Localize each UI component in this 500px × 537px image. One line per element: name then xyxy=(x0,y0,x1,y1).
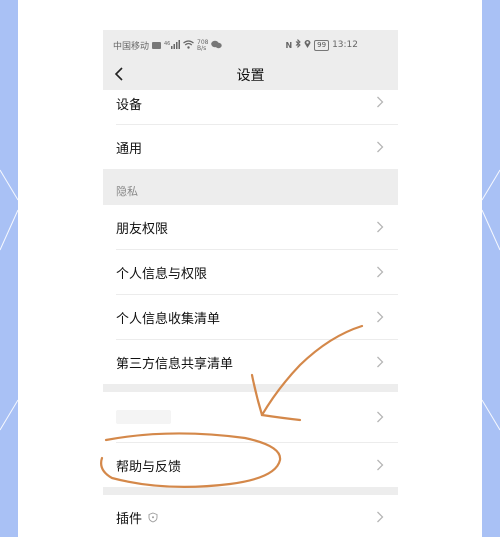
list-item-label: 个人信息与权限 xyxy=(116,266,208,282)
chevron-right-icon xyxy=(377,511,384,523)
list-item-label: 通用 xyxy=(116,141,143,157)
status-bar: 中国移动 46 708 B/s N 99 13:12 xyxy=(103,30,398,58)
list-item-general[interactable]: 通用 xyxy=(103,125,398,169)
hd-badge-icon xyxy=(152,42,162,49)
section-gap xyxy=(103,384,398,392)
nfc-icon: N xyxy=(285,40,293,50)
signal-strength-icon: 46 xyxy=(164,39,181,52)
wifi-icon xyxy=(183,39,194,52)
blurred-label xyxy=(116,410,171,424)
list-item-label: 帮助与反馈 xyxy=(116,459,182,475)
list-item-friend-permissions[interactable]: 朋友权限 xyxy=(103,205,398,249)
chevron-right-icon xyxy=(377,141,384,153)
battery-level: 99 xyxy=(317,40,327,49)
list-item-label: 个人信息收集清单 xyxy=(116,311,221,327)
location-icon xyxy=(304,39,311,51)
chevron-right-icon xyxy=(377,266,384,278)
chevron-right-icon xyxy=(377,96,384,108)
list-item-personal-info-collection[interactable]: 个人信息收集清单 xyxy=(103,295,398,339)
network-type-label: 46 xyxy=(164,41,170,47)
settings-list: 设备 通用 隐私 朋友权限 个人信息与权限 个人信息收集清单 第三方信息共享清单 xyxy=(103,90,398,537)
shield-icon xyxy=(148,512,158,522)
list-item-personal-info-permissions[interactable]: 个人信息与权限 xyxy=(103,250,398,294)
list-item-label: 设备 xyxy=(116,98,143,113)
section-header-privacy: 隐私 xyxy=(103,169,398,205)
list-item-blurred[interactable] xyxy=(103,392,398,442)
clock: 13:12 xyxy=(332,40,358,50)
section-gap xyxy=(103,487,398,495)
list-item-label: 第三方信息共享清单 xyxy=(116,356,234,372)
bluetooth-icon xyxy=(295,38,301,51)
list-item-label: 插件 xyxy=(116,511,143,527)
carrier-label: 中国移动 xyxy=(113,42,150,52)
chevron-right-icon xyxy=(377,411,384,423)
phone-screen: 中国移动 46 708 B/s N 99 13:12 设置 设备 通用 隐私 朋… xyxy=(103,30,398,537)
network-speed: 708 B/s xyxy=(197,39,208,52)
wechat-notification-icon xyxy=(211,40,223,52)
battery-icon: 99 xyxy=(314,39,330,51)
chevron-right-icon xyxy=(377,311,384,323)
page-title: 设置 xyxy=(236,68,265,84)
list-item-plugins[interactable]: 插件 xyxy=(103,495,398,537)
list-item-third-party-sharing[interactable]: 第三方信息共享清单 xyxy=(103,340,398,384)
chevron-right-icon xyxy=(377,356,384,368)
nav-bar: 设置 xyxy=(103,58,398,90)
chevron-right-icon xyxy=(377,459,384,471)
speed-unit: B/s xyxy=(197,44,207,52)
list-item-label: 朋友权限 xyxy=(116,221,169,237)
list-item-help-feedback[interactable]: 帮助与反馈 xyxy=(103,443,398,487)
chevron-right-icon xyxy=(377,221,384,233)
list-item-devices[interactable]: 设备 xyxy=(103,90,398,124)
